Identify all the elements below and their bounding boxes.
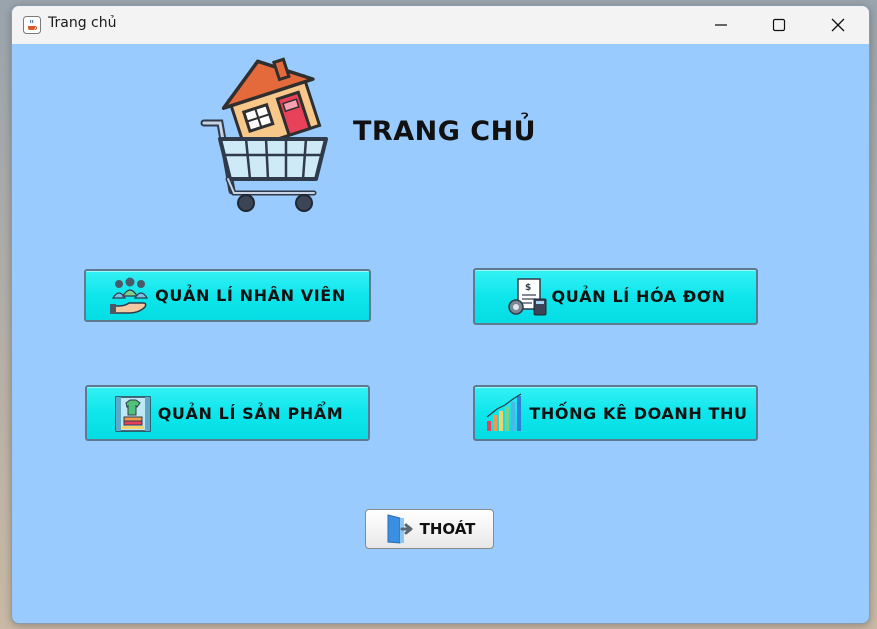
window-title: Trang chủ bbox=[48, 15, 117, 31]
exit-button[interactable]: THOÁT bbox=[365, 509, 494, 549]
close-icon bbox=[831, 18, 845, 32]
revenue-statistics-button[interactable]: THỐNG KÊ DOANH THU bbox=[473, 385, 758, 441]
maximize-icon bbox=[772, 18, 786, 32]
product-management-button[interactable]: QUẢN LÍ SẢN PHẨM bbox=[85, 385, 370, 441]
main-window: Trang chủ TRANG CHỦ QUẢN LÍ NHÂN VIÊN $ … bbox=[11, 5, 870, 624]
invoice-management-button[interactable]: $ QUẢN LÍ HÓA ĐƠN bbox=[473, 268, 758, 325]
bar-chart-icon bbox=[487, 393, 522, 431]
minimize-icon bbox=[715, 24, 727, 26]
close-button[interactable] bbox=[809, 6, 867, 44]
revenue-statistics-label: THỐNG KÊ DOANH THU bbox=[529, 403, 748, 423]
exit-label: THOÁT bbox=[419, 520, 476, 538]
invoice-icon: $ bbox=[507, 277, 547, 315]
staff-management-label: QUẢN LÍ NHÂN VIÊN bbox=[155, 286, 346, 305]
shopping-cart-house-icon bbox=[200, 57, 328, 212]
page-heading: TRANG CHỦ bbox=[353, 116, 537, 147]
staff-management-icon bbox=[110, 277, 149, 314]
svg-text:$: $ bbox=[525, 283, 532, 293]
title-bar[interactable]: Trang chủ bbox=[12, 6, 869, 44]
exit-door-icon bbox=[387, 514, 413, 544]
minimize-button[interactable] bbox=[692, 6, 750, 44]
invoice-management-label: QUẢN LÍ HÓA ĐƠN bbox=[551, 287, 726, 306]
main-content: TRANG CHỦ QUẢN LÍ NHÂN VIÊN $ QUẢN LÍ HÓ… bbox=[12, 44, 869, 623]
product-management-label: QUẢN LÍ SẢN PHẨM bbox=[157, 403, 344, 423]
product-shelf-icon bbox=[114, 396, 151, 432]
maximize-button[interactable] bbox=[750, 6, 808, 44]
java-app-icon bbox=[23, 16, 41, 34]
staff-management-button[interactable]: QUẢN LÍ NHÂN VIÊN bbox=[84, 269, 371, 322]
